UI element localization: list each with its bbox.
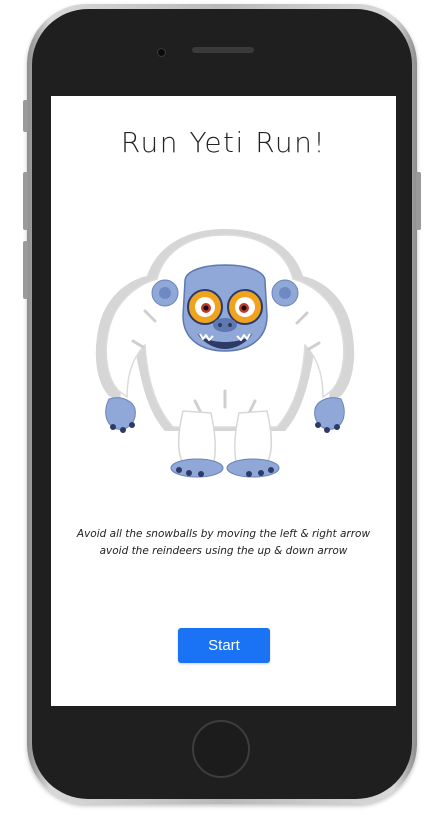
instructions-text: Avoid all the snowballs by moving the le… xyxy=(51,526,396,560)
game-screen: Run Yeti Run! Avoid all the snowballs by… xyxy=(51,96,396,706)
volume-down-button xyxy=(23,241,28,299)
instructions-line-2: avoid the reindeers using the up & down … xyxy=(99,545,348,557)
earpiece-speaker xyxy=(192,47,254,53)
mute-switch xyxy=(23,100,28,132)
instructions-line-1: Avoid all the snowballs by moving the le… xyxy=(76,528,371,540)
home-button[interactable] xyxy=(192,720,250,778)
volume-up-button xyxy=(23,172,28,230)
power-button xyxy=(416,172,421,230)
front-camera-icon xyxy=(157,48,166,57)
game-title: Run Yeti Run! xyxy=(120,126,327,159)
yeti-icon xyxy=(95,229,355,478)
start-button[interactable]: Start xyxy=(178,628,270,663)
